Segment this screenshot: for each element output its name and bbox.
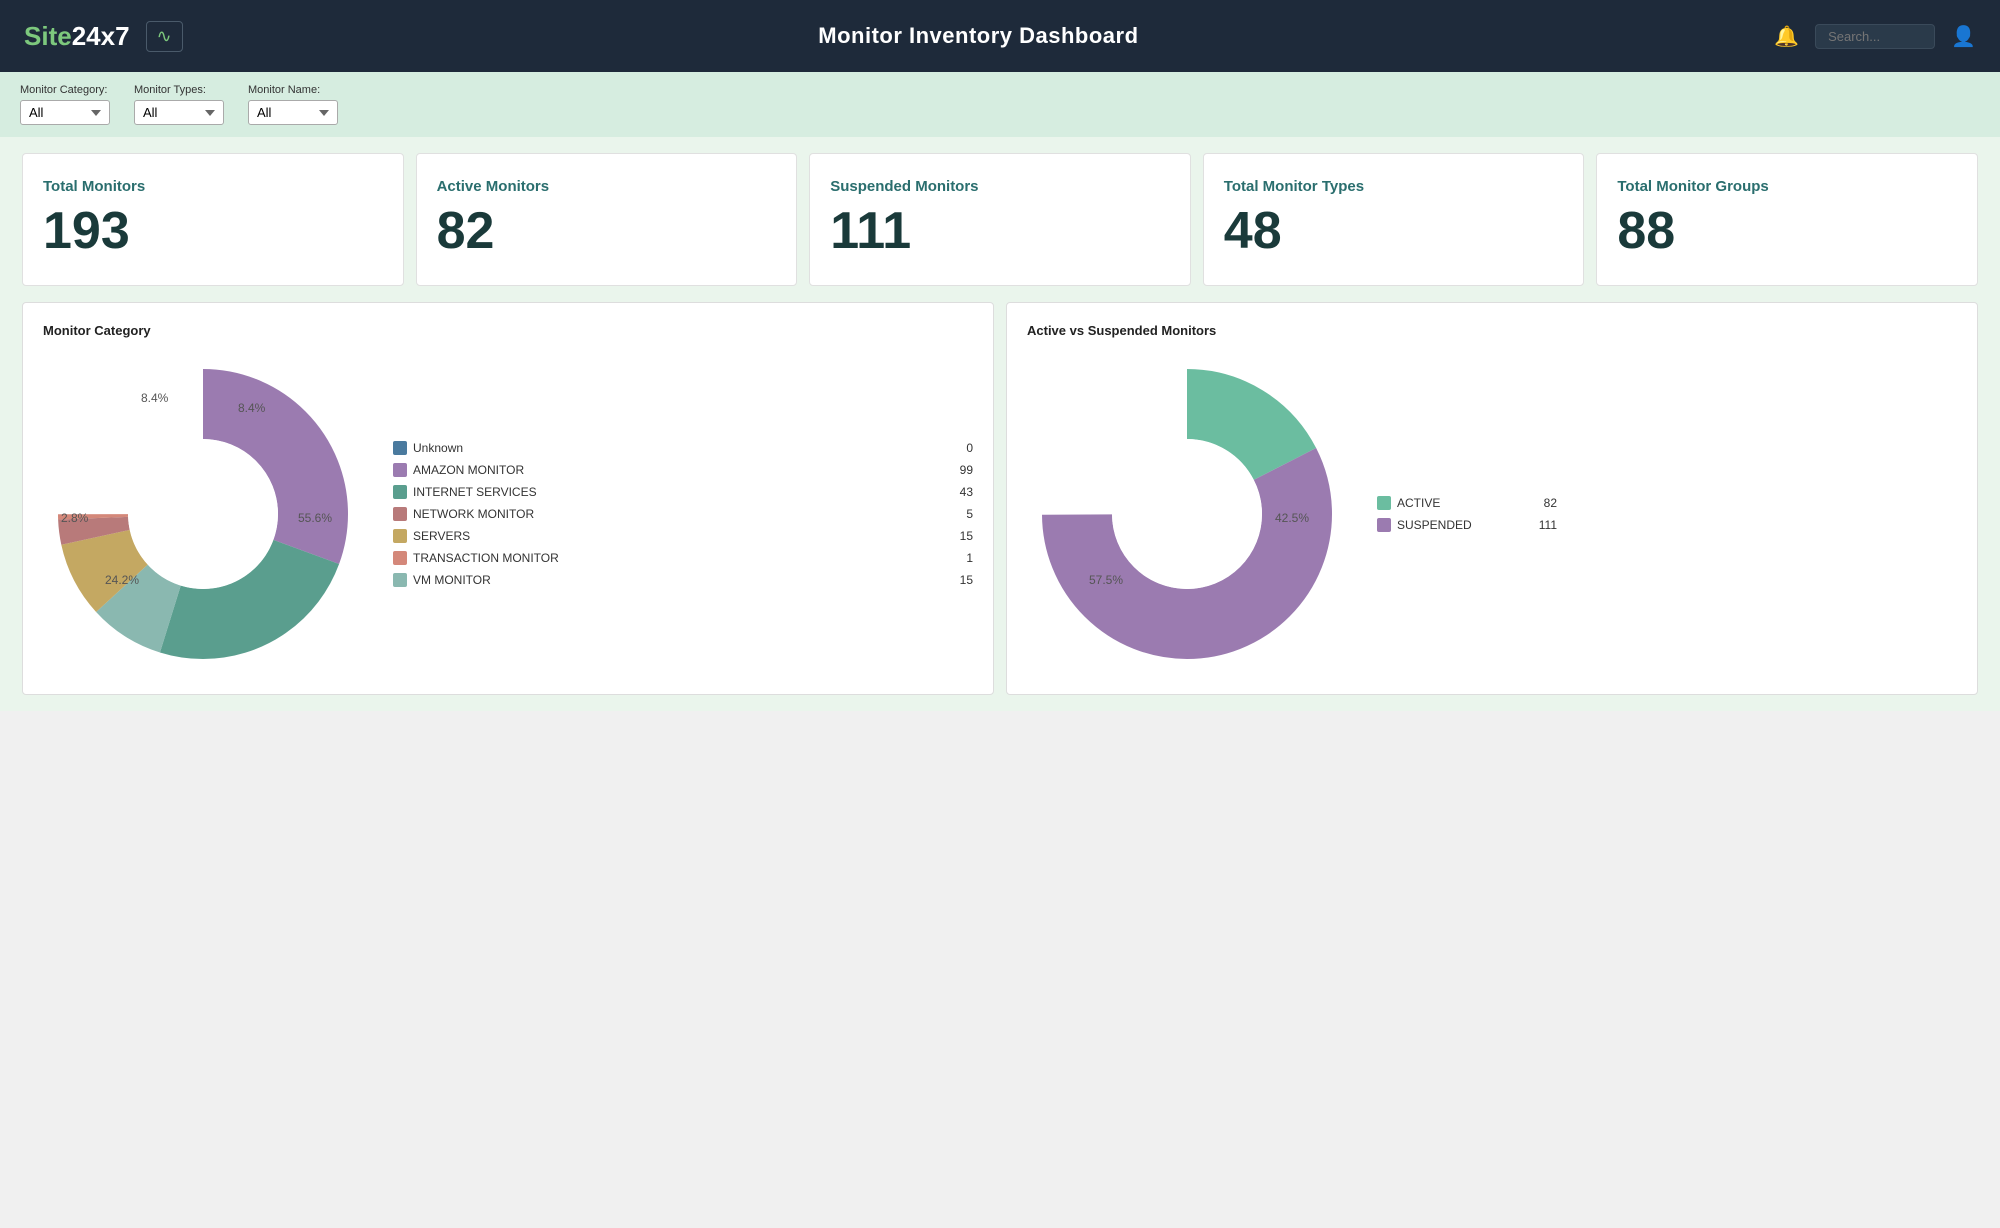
legend-color-unknown bbox=[393, 441, 407, 455]
legend-item-unknown: Unknown 0 bbox=[393, 441, 973, 455]
legend-item-amazon: AMAZON MONITOR 99 bbox=[393, 463, 973, 477]
filter-name-label: Monitor Name: bbox=[248, 84, 338, 96]
category-donut-chart: 55.6% 24.2% 8.4% 8.4% 2.8% bbox=[43, 354, 363, 674]
legend-item-servers: SERVERS 15 bbox=[393, 529, 973, 543]
legend-item-active: ACTIVE 82 bbox=[1377, 496, 1557, 510]
legend-count-amazon: 99 bbox=[953, 463, 973, 477]
legend-name-active: ACTIVE bbox=[1397, 496, 1531, 510]
stat-label-monitor-groups: Total Monitor Groups bbox=[1617, 178, 1768, 195]
filter-category-label: Monitor Category: bbox=[20, 84, 110, 96]
legend-count-internet: 43 bbox=[953, 485, 973, 499]
charts-row: Monitor Category bbox=[0, 302, 2000, 711]
label-active-pct: 42.5% bbox=[1275, 511, 1309, 525]
chart-category-content: 55.6% 24.2% 8.4% 8.4% 2.8% Unknown 0 AMA… bbox=[43, 354, 973, 674]
legend-name-vm: VM MONITOR bbox=[413, 573, 947, 587]
filter-name-group: Monitor Name: All bbox=[248, 84, 338, 125]
logo-chart-icon: ∿ bbox=[146, 21, 183, 52]
label-suspended-pct: 57.5% bbox=[1089, 573, 1123, 587]
legend-color-active bbox=[1377, 496, 1391, 510]
category-donut-svg: 55.6% 24.2% 8.4% 8.4% 2.8% bbox=[43, 354, 363, 674]
filter-category-select[interactable]: All bbox=[20, 100, 110, 125]
legend-item-suspended: SUSPENDED 111 bbox=[1377, 518, 1557, 532]
category-legend: Unknown 0 AMAZON MONITOR 99 INTERNET SER… bbox=[393, 441, 973, 587]
legend-count-vm: 15 bbox=[953, 573, 973, 587]
stat-value-total-monitors: 193 bbox=[43, 205, 130, 257]
legend-name-unknown: Unknown bbox=[413, 441, 947, 455]
stat-value-active-monitors: 82 bbox=[437, 205, 495, 257]
logo-white: 24x7 bbox=[72, 21, 130, 51]
active-suspended-legend: ACTIVE 82 SUSPENDED 111 bbox=[1377, 496, 1557, 532]
stat-value-monitor-groups: 88 bbox=[1617, 205, 1675, 257]
legend-color-transaction bbox=[393, 551, 407, 565]
legend-name-amazon: AMAZON MONITOR bbox=[413, 463, 947, 477]
legend-item-vm: VM MONITOR 15 bbox=[393, 573, 973, 587]
legend-name-suspended: SUSPENDED bbox=[1397, 518, 1531, 532]
legend-color-internet bbox=[393, 485, 407, 499]
legend-name-transaction: TRANSACTION MONITOR bbox=[413, 551, 947, 565]
stat-card-total-monitors: Total Monitors 193 bbox=[22, 153, 404, 286]
legend-item-transaction: TRANSACTION MONITOR 1 bbox=[393, 551, 973, 565]
chart-active-suspended-title: Active vs Suspended Monitors bbox=[1027, 323, 1957, 338]
stat-card-active-monitors: Active Monitors 82 bbox=[416, 153, 798, 286]
chart-active-suspended-content: 42.5% 57.5% ACTIVE 82 SUSPENDED 111 bbox=[1027, 354, 1957, 674]
legend-name-network: NETWORK MONITOR bbox=[413, 507, 947, 521]
active-suspended-donut-chart: 42.5% 57.5% bbox=[1027, 354, 1347, 674]
label-amazon-pct: 55.6% bbox=[298, 511, 332, 525]
filter-types-group: Monitor Types: All bbox=[134, 84, 224, 125]
legend-count-active: 82 bbox=[1537, 496, 1557, 510]
page-title: Monitor Inventory Dashboard bbox=[183, 23, 1775, 49]
label-vm-pct: 8.4% bbox=[238, 401, 266, 415]
filter-name-select[interactable]: All bbox=[248, 100, 338, 125]
filter-bar: Monitor Category: All Monitor Types: All… bbox=[0, 72, 2000, 137]
label-network-pct: 2.8% bbox=[61, 511, 89, 525]
stat-card-suspended-monitors: Suspended Monitors 111 bbox=[809, 153, 1191, 286]
label-internet-pct: 24.2% bbox=[105, 573, 139, 587]
user-avatar-icon[interactable]: 👤 bbox=[1951, 24, 1976, 49]
legend-count-servers: 15 bbox=[953, 529, 973, 543]
chart-panel-active-suspended: Active vs Suspended Monitors 42.5% 57.5% bbox=[1006, 302, 1978, 695]
stat-value-suspended-monitors: 111 bbox=[830, 205, 911, 257]
legend-name-servers: SERVERS bbox=[413, 529, 947, 543]
header-actions: 🔔 👤 bbox=[1774, 24, 1976, 49]
legend-item-network: NETWORK MONITOR 5 bbox=[393, 507, 973, 521]
legend-color-vm bbox=[393, 573, 407, 587]
stat-label-suspended-monitors: Suspended Monitors bbox=[830, 178, 978, 195]
stat-card-monitor-groups: Total Monitor Groups 88 bbox=[1596, 153, 1978, 286]
stat-value-monitor-types: 48 bbox=[1224, 205, 1282, 257]
legend-color-network bbox=[393, 507, 407, 521]
stats-row: Total Monitors 193 Active Monitors 82 Su… bbox=[0, 137, 2000, 302]
logo-green: Site bbox=[24, 21, 72, 51]
chart-category-title: Monitor Category bbox=[43, 323, 973, 338]
header: Site24x7 ∿ Monitor Inventory Dashboard 🔔… bbox=[0, 0, 2000, 72]
legend-count-suspended: 111 bbox=[1537, 518, 1557, 532]
site-logo: Site24x7 bbox=[24, 21, 130, 52]
legend-color-servers bbox=[393, 529, 407, 543]
active-suspended-donut-svg: 42.5% 57.5% bbox=[1027, 354, 1347, 674]
filter-types-select[interactable]: All bbox=[134, 100, 224, 125]
stat-label-active-monitors: Active Monitors bbox=[437, 178, 550, 195]
legend-count-unknown: 0 bbox=[953, 441, 973, 455]
stat-card-monitor-types: Total Monitor Types 48 bbox=[1203, 153, 1585, 286]
stat-label-total-monitors: Total Monitors bbox=[43, 178, 145, 195]
legend-color-amazon bbox=[393, 463, 407, 477]
legend-color-suspended bbox=[1377, 518, 1391, 532]
header-search-input[interactable] bbox=[1815, 24, 1935, 49]
label-servers-pct: 8.4% bbox=[141, 391, 169, 405]
filter-types-label: Monitor Types: bbox=[134, 84, 224, 96]
bell-icon[interactable]: 🔔 bbox=[1774, 24, 1799, 49]
legend-count-network: 5 bbox=[953, 507, 973, 521]
legend-name-internet: INTERNET SERVICES bbox=[413, 485, 947, 499]
legend-count-transaction: 1 bbox=[953, 551, 973, 565]
filter-category-group: Monitor Category: All bbox=[20, 84, 110, 125]
stat-label-monitor-types: Total Monitor Types bbox=[1224, 178, 1364, 195]
chart-panel-category: Monitor Category bbox=[22, 302, 994, 695]
legend-item-internet: INTERNET SERVICES 43 bbox=[393, 485, 973, 499]
